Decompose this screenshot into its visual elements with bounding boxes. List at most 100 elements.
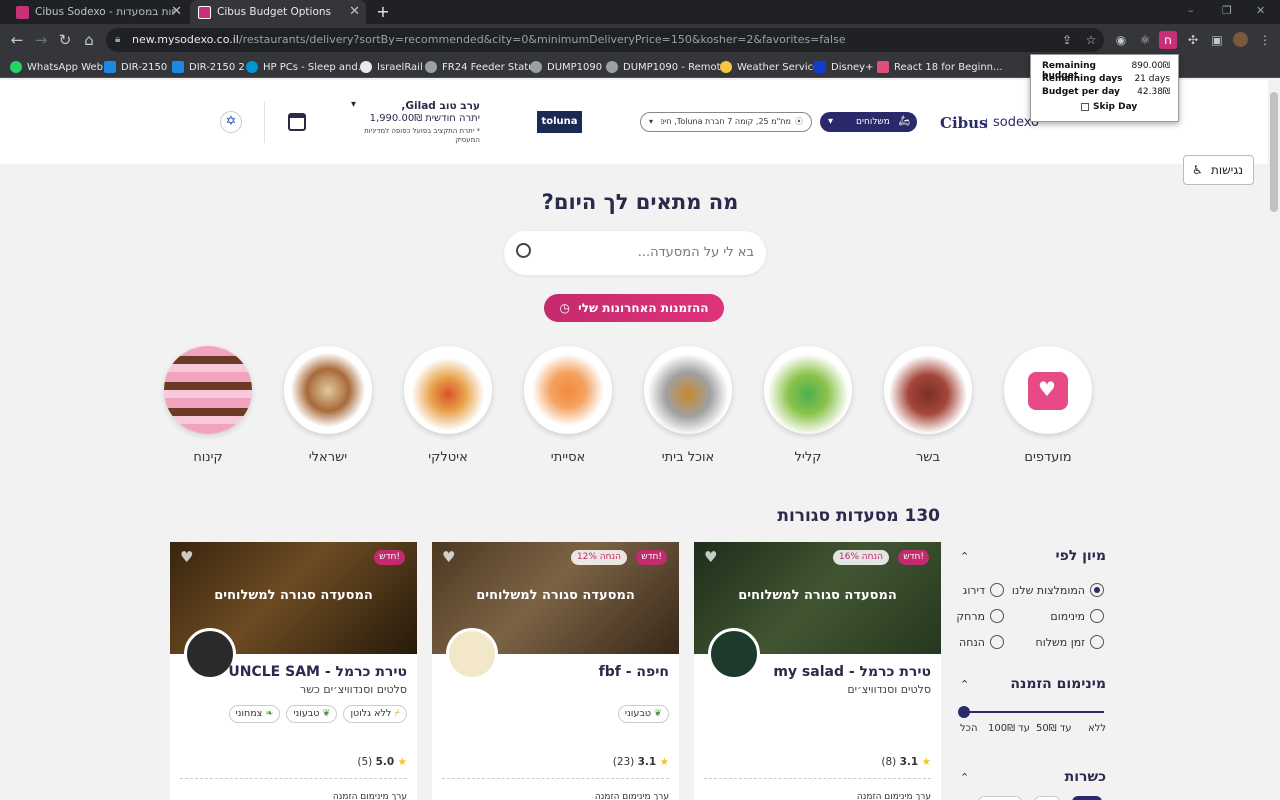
- radio-selected[interactable]: [1090, 583, 1104, 597]
- radio[interactable]: [1090, 609, 1104, 623]
- sidebar-icon[interactable]: ▣: [1208, 31, 1226, 49]
- category-asian[interactable]: [524, 346, 612, 434]
- puzzle-extensions-icon[interactable]: ✣: [1184, 31, 1202, 49]
- skip-day-checkbox[interactable]: [1081, 103, 1089, 111]
- bookmark-israelrail[interactable]: IsraelRail: [360, 58, 423, 76]
- bookmark-disney[interactable]: Disney+: [814, 58, 873, 76]
- star-icon: ★: [921, 756, 931, 768]
- restaurant-card-uncle-sam[interactable]: המסעדה סגורה למשלוחים חדש! ♥ UNCLE SAM -…: [170, 542, 417, 800]
- extension-1-icon[interactable]: ◉: [1112, 31, 1130, 49]
- restaurant-search-input[interactable]: בא לי על המסעדה...: [504, 231, 766, 275]
- tag-vegan: טבעוני ❦: [286, 705, 338, 723]
- sort-option-recommended[interactable]: המומלצות שלנו: [1012, 583, 1104, 597]
- closed-status: המסעדה סגורה למשלוחים: [214, 588, 373, 603]
- forward-arrow-icon[interactable]: →: [32, 31, 50, 49]
- radio[interactable]: [1090, 635, 1104, 649]
- tag-list: ללא גלוטן ⌿ טבעוני ❦ צמחוני ❧: [228, 705, 407, 723]
- reload-icon[interactable]: ↻: [56, 31, 74, 49]
- category-home-food[interactable]: [644, 346, 732, 434]
- category-meat[interactable]: [884, 346, 972, 434]
- bookmark-hp[interactable]: HP PCs - Sleep and...: [246, 58, 367, 76]
- restaurant-name[interactable]: my salad - טירת כרמל: [773, 664, 931, 680]
- chevron-down-icon[interactable]: ▾: [351, 99, 356, 110]
- chevron-up-icon[interactable]: ⌃: [960, 771, 969, 784]
- chevron-up-icon[interactable]: ⌃: [960, 550, 969, 563]
- kosher-chip[interactable]: [1034, 796, 1060, 800]
- close-tab-icon[interactable]: ✕: [349, 4, 360, 19]
- skip-day-option[interactable]: Skip Day: [1081, 102, 1137, 112]
- category-dessert[interactable]: [164, 346, 252, 434]
- radio[interactable]: [990, 583, 1004, 597]
- discount-badge: 16% הנחה: [832, 550, 889, 565]
- star-bookmark-icon[interactable]: ☆: [1082, 31, 1100, 49]
- category-israeli[interactable]: [284, 346, 372, 434]
- kosher-heading: כשרות: [1064, 769, 1106, 785]
- close-tab-icon[interactable]: ✕: [171, 4, 182, 19]
- sort-option-minimum[interactable]: מינימום: [1050, 609, 1104, 623]
- heart-favorite-icon[interactable]: ♥: [442, 548, 455, 566]
- kosher-chip[interactable]: [978, 796, 1022, 800]
- bookmark-whatsapp[interactable]: WhatsApp Web: [10, 58, 103, 76]
- scrollbar-thumb[interactable]: [1270, 92, 1278, 212]
- restaurant-name[interactable]: UNCLE SAM - טירת כרמל: [228, 664, 407, 680]
- min-order-slider-track[interactable]: [964, 711, 1104, 713]
- course-icon: [877, 61, 889, 73]
- accessibility-button[interactable]: ♿︎ נגישות: [1183, 155, 1254, 185]
- cibus-logo[interactable]: Cibus: [940, 114, 987, 132]
- min-order-tick-none: ללא: [1088, 723, 1107, 734]
- dlink-icon: [104, 61, 116, 73]
- category-favorites[interactable]: ♥: [1004, 346, 1092, 434]
- tab-budget-options[interactable]: Cibus Budget Options ✕: [190, 0, 366, 24]
- maximize-button[interactable]: ❐: [1222, 4, 1232, 17]
- back-arrow-icon[interactable]: ←: [8, 31, 26, 49]
- bookmark-fr24[interactable]: FR24 Feeder Status: [425, 58, 540, 76]
- sort-option-rating[interactable]: דירוג: [963, 583, 1004, 597]
- bookmark-react18[interactable]: React 18 for Beginn...: [877, 58, 1003, 76]
- radio[interactable]: [990, 609, 1004, 623]
- bookmark-weather[interactable]: Weather Service: [720, 58, 819, 76]
- cibus-favicon-icon: [16, 5, 29, 19]
- bookmark-dir2150-2[interactable]: DIR-2150 2: [172, 58, 245, 76]
- restaurant-category: סלטים וסנדוויצ׳ים: [847, 683, 931, 696]
- tab-cibus-sodexo[interactable]: Cibus Sodexo - הנחות במסעדות ✕: [8, 0, 188, 24]
- address-selector[interactable]: ▾ מת"מ 25, קומה 7 חברת Toluna, חיפ... ⦿: [640, 112, 812, 132]
- address-bar[interactable]: 🔒︎ new.mysodexo.co.il/restaurants/delive…: [106, 28, 1104, 52]
- heart-favorite-icon[interactable]: ♥: [180, 548, 193, 566]
- heart-favorite-icon[interactable]: ♥: [704, 548, 717, 566]
- kosher-chip-selected[interactable]: [1072, 796, 1102, 800]
- react-devtools-icon[interactable]: ⚛: [1136, 31, 1154, 49]
- new-tab-button[interactable]: +: [374, 3, 392, 21]
- sort-option-distance[interactable]: מרחק: [956, 609, 1004, 623]
- min-order-slider-thumb[interactable]: [958, 706, 970, 718]
- bookmark-dump1090[interactable]: DUMP1090: [530, 58, 602, 76]
- delivery-mode-toggle[interactable]: ▾ משלוחים 🛵︎: [820, 112, 917, 132]
- cibus-budget-extension-icon[interactable]: ח: [1159, 31, 1177, 49]
- chevron-up-icon[interactable]: ⌃: [960, 678, 969, 691]
- israel-flag-icon[interactable]: ✡: [220, 111, 242, 133]
- share-icon[interactable]: ⇪: [1058, 31, 1076, 49]
- rating: (8) 3.1 ★: [881, 756, 931, 768]
- close-window-button[interactable]: ✕: [1256, 4, 1265, 17]
- restaurant-card-my-salad[interactable]: המסעדה סגורה למשלוחים חדש! 16% הנחה ♥ my…: [694, 542, 941, 800]
- category-italian[interactable]: [404, 346, 492, 434]
- home-icon[interactable]: ⌂: [80, 31, 98, 49]
- search-icon[interactable]: [516, 243, 531, 258]
- restaurant-card-fbf[interactable]: המסעדה סגורה למשלוחים חדש! 12% הנחה ♥ fb…: [432, 542, 679, 800]
- globe-icon: [530, 61, 542, 73]
- profile-avatar[interactable]: [1233, 32, 1248, 47]
- sort-option-discount[interactable]: הנחה: [959, 635, 1004, 649]
- closed-status: המסעדה סגורה למשלוחים: [738, 588, 897, 603]
- shopping-bag-icon[interactable]: [288, 113, 306, 131]
- radio[interactable]: [990, 635, 1004, 649]
- restaurant-name[interactable]: fbf - חיפה: [599, 664, 669, 680]
- bookmark-dir2150[interactable]: DIR-2150: [104, 58, 167, 76]
- new-badge: חדש!: [898, 550, 929, 565]
- minimize-button[interactable]: –: [1188, 4, 1194, 17]
- heart-icon: ♥: [1038, 377, 1056, 401]
- category-light[interactable]: [764, 346, 852, 434]
- menu-kebab-icon[interactable]: ⋮: [1256, 31, 1274, 49]
- sort-option-delivery-time[interactable]: זמן משלוח: [1036, 635, 1104, 649]
- israelrail-icon: [360, 61, 372, 73]
- recent-orders-button[interactable]: ההזמנות האחרונות שלי ◷: [544, 294, 724, 322]
- bookmark-dump1090-remote[interactable]: DUMP1090 - Remote: [606, 58, 727, 76]
